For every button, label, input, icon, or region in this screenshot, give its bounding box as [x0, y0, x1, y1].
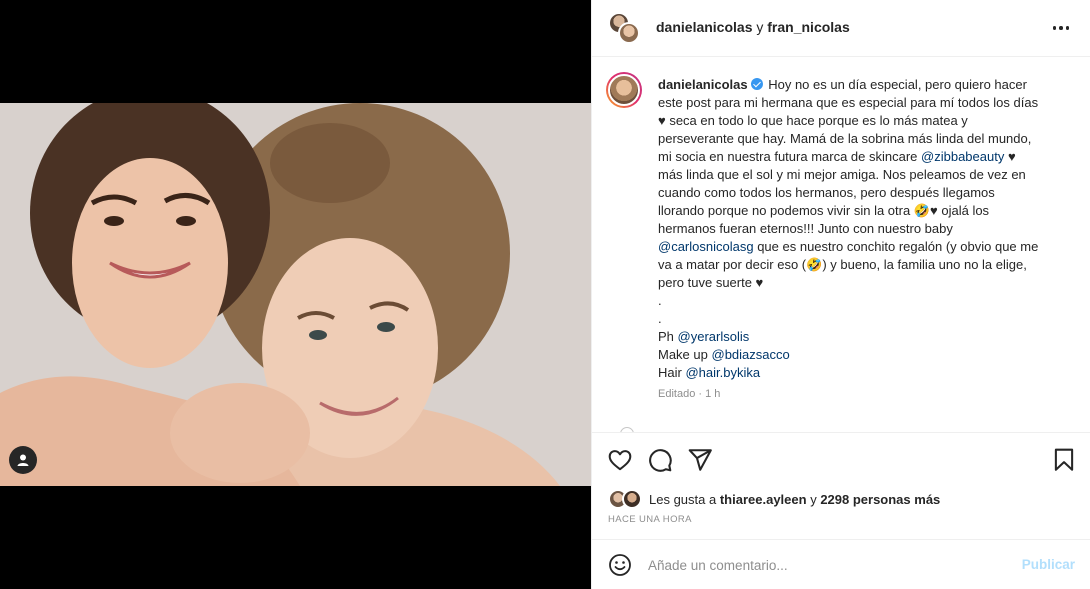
tagged-users-button[interactable]: [9, 446, 37, 474]
bookmark-icon: [1054, 448, 1074, 471]
liker-link[interactable]: thiaree.ayleen: [720, 492, 807, 507]
comment-button[interactable]: [647, 447, 673, 473]
like-button[interactable]: [607, 447, 633, 473]
author-link[interactable]: fran_nicolas: [767, 19, 849, 35]
more-options-button[interactable]: [1049, 16, 1073, 40]
caption-username[interactable]: danielanicolas: [658, 77, 748, 92]
avatar: [622, 489, 642, 509]
caption-text: danielanicolas Hoy no es un día especial…: [658, 77, 1039, 380]
laughing-emoji-icon: 🤣: [806, 257, 823, 272]
mention-link[interactable]: @bdiazsacco: [712, 347, 790, 362]
send-icon: [688, 449, 712, 471]
post-header: danielanicolas y fran_nicolas: [592, 0, 1090, 57]
save-button[interactable]: [1051, 447, 1077, 473]
post-media: [0, 0, 591, 589]
mention-link[interactable]: @yerarlsolis: [678, 329, 750, 344]
heart-icon: ♥: [930, 203, 938, 218]
post-time: HACE UNA HORA: [608, 514, 692, 525]
publish-button[interactable]: Publicar: [1022, 557, 1075, 572]
caption-scroll-area[interactable]: danielanicolas Hoy no es un día especial…: [592, 57, 1090, 432]
comment-input[interactable]: [648, 554, 1008, 576]
photo-illustration: [0, 103, 591, 486]
author-link[interactable]: danielanicolas: [656, 19, 752, 35]
avatar: [618, 22, 640, 44]
post-authors: danielanicolas y fran_nicolas: [656, 19, 850, 35]
post-actions: [592, 432, 1090, 484]
likes-summary: Les gusta a thiaree.ayleen y 2298 person…: [608, 487, 940, 511]
collab-avatars[interactable]: [608, 12, 642, 46]
user-icon: [17, 454, 29, 466]
more-horizontal-icon: [1052, 26, 1057, 30]
comment-composer: Publicar: [592, 539, 1090, 589]
share-button[interactable]: [687, 447, 713, 473]
smiley-icon: [609, 554, 631, 576]
likes-count-link[interactable]: 2298 personas más: [820, 492, 940, 507]
caption-avatar[interactable]: [606, 72, 642, 108]
mention-link[interactable]: @carlosnicolasg: [658, 239, 754, 254]
post-photo[interactable]: [0, 103, 591, 486]
author-joiner: y: [756, 19, 764, 35]
edited-timestamp: Editado · 1 h: [658, 388, 721, 400]
mention-link[interactable]: @hair.bykika: [685, 365, 760, 380]
heart-icon: [608, 450, 632, 471]
mention-link[interactable]: @zibbabeauty: [921, 149, 1004, 164]
verified-badge-icon: [750, 78, 763, 90]
heart-icon: ♥: [1007, 149, 1016, 164]
emoji-picker-button[interactable]: [608, 553, 632, 577]
post-side-panel: danielanicolas y fran_nicolas danielanic…: [591, 0, 1090, 589]
laughing-emoji-icon: 🤣: [913, 203, 931, 218]
comment-icon: [649, 449, 672, 472]
